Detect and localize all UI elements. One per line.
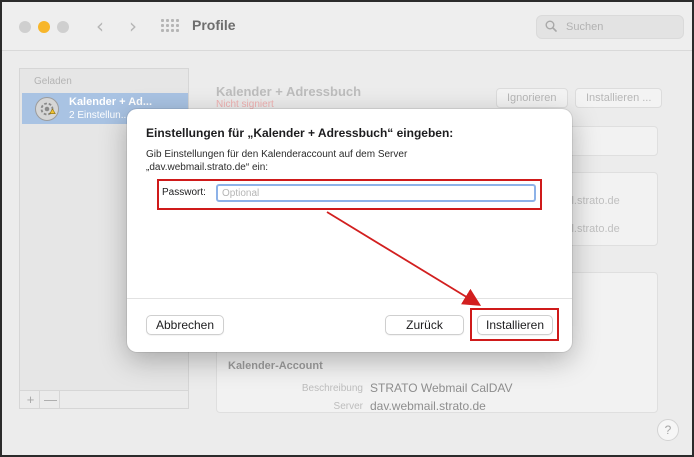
window-title: Profile	[192, 17, 236, 33]
help-button[interactable]: ?	[657, 419, 679, 441]
search-icon	[545, 20, 557, 32]
server-label: Server	[333, 401, 363, 412]
description-value: STRATO Webmail CalDAV	[370, 381, 513, 395]
install-button[interactable]: Installieren	[477, 315, 553, 335]
back-button[interactable]: Zurück	[385, 315, 464, 335]
calendar-account-heading: Kalender-Account	[228, 360, 323, 372]
close-window-button[interactable]	[19, 21, 31, 33]
install-profile-button[interactable]: Installieren ...	[575, 88, 663, 108]
profile-title: Kalender + Adressbuch	[216, 84, 362, 99]
server-text: il.strato.de	[569, 223, 620, 235]
settings-dialog: Einstellungen für „Kalender + Adressbuch…	[127, 109, 572, 352]
add-profile-button[interactable]: +	[22, 391, 40, 408]
search-placeholder: Suchen	[566, 21, 604, 33]
sidebar-item-subtitle: 2 Einstellun...	[69, 110, 130, 121]
sidebar-footer: + —	[20, 390, 188, 408]
server-value: dav.webmail.strato.de	[370, 399, 486, 413]
forward-chevron-icon[interactable]: ›	[123, 15, 143, 37]
zoom-window-button[interactable]	[57, 21, 69, 33]
profile-gear-icon	[35, 97, 59, 121]
cancel-button[interactable]: Abbrechen	[146, 315, 224, 335]
grid-icon[interactable]	[161, 19, 179, 34]
toolbar: ‹ › Profile Suchen	[2, 2, 692, 51]
remove-profile-button[interactable]: —	[42, 391, 60, 408]
dialog-title: Einstellungen für „Kalender + Adressbuch…	[146, 126, 454, 140]
description-label: Beschreibung	[301, 383, 363, 394]
minimize-window-button[interactable]	[38, 21, 50, 33]
password-label: Passwort:	[162, 187, 206, 198]
server-text: il.strato.de	[569, 195, 620, 207]
password-field[interactable]	[216, 184, 536, 202]
window: ‹ › Profile Suchen Geladen Kalender + Ad…	[0, 0, 694, 457]
ignore-button[interactable]: Ignorieren	[496, 88, 568, 108]
sidebar-item-title: Kalender + Ad...	[69, 96, 153, 108]
dialog-divider	[127, 298, 572, 299]
back-chevron-icon[interactable]: ‹	[90, 15, 110, 37]
search-field[interactable]: Suchen	[536, 15, 684, 39]
sidebar-header: Geladen	[34, 76, 72, 87]
dialog-description: Gib Einstellungen für den Kalenderaccoun…	[146, 149, 408, 173]
